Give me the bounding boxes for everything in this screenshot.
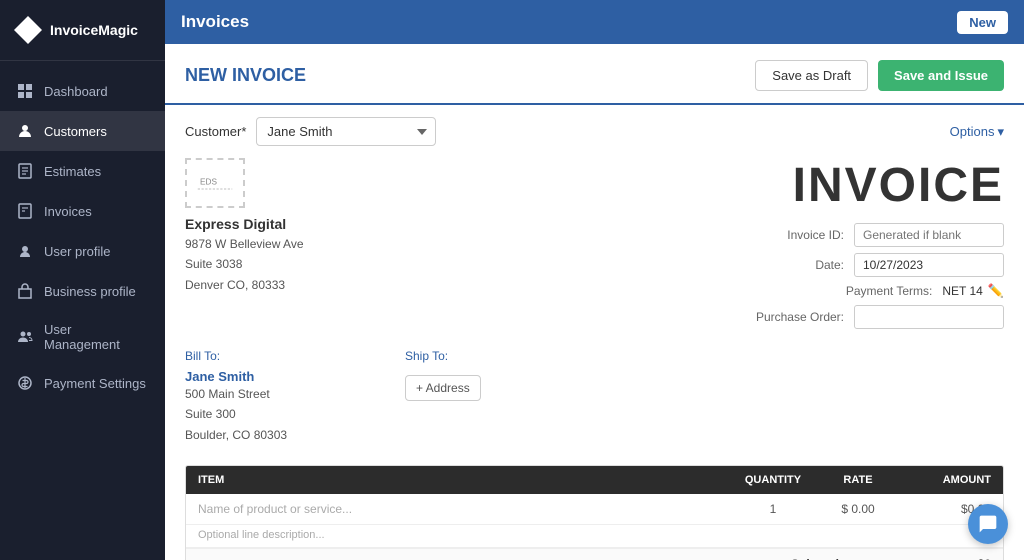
sidebar-item-estimates[interactable]: Estimates [0,151,165,191]
invoices-icon [16,202,34,220]
business-profile-icon [16,282,34,300]
invoice-left: EDS Express Digital 9878 W Belleview Ave… [185,158,634,329]
topbar: Invoices New [165,0,1024,44]
invoice-form-header: NEW INVOICE Save as Draft Save and Issue [165,44,1024,105]
bill-address: 500 Main Street Suite 300 Boulder, CO 80… [185,384,365,445]
item-qty-cell[interactable]: 1 [733,494,813,524]
date-input[interactable] [854,253,1004,277]
svg-text:EDS: EDS [200,178,217,187]
purchase-order-label: Purchase Order: [734,310,844,324]
dashboard-icon [16,82,34,100]
save-draft-button[interactable]: Save as Draft [755,60,868,91]
user-profile-icon [16,242,34,260]
estimates-icon [16,162,34,180]
sidebar-nav: Dashboard Customers Estimates Invoices [0,61,165,413]
bill-to-section: Bill To: Jane Smith 500 Main Street Suit… [185,349,365,445]
bill-address-line3: Boulder, CO 80303 [185,425,365,445]
customer-label-wrap: Customer* Jane Smith [185,117,436,146]
col-header-qty: QUANTITY [733,466,813,494]
chevron-down-icon: ▾ [997,124,1004,140]
invoice-id-row: Invoice ID: [654,223,1004,247]
company-address: 9878 W Belleview Ave Suite 3038 Denver C… [185,234,634,295]
invoice-content: NEW INVOICE Save as Draft Save and Issue… [165,44,1024,560]
sidebar-item-user-profile[interactable]: User profile [0,231,165,271]
invoice-fields: Invoice ID: Date: Payment Terms: NET 14 … [654,223,1004,329]
new-invoice-topbar-button[interactable]: New [957,11,1008,34]
sidebar-label-business-profile: Business profile [44,284,136,299]
col-header-item: ITEM [186,466,733,494]
date-row: Date: [654,253,1004,277]
invoice-id-label: Invoice ID: [734,228,844,242]
invoice-id-input[interactable] [854,223,1004,247]
sidebar-item-dashboard[interactable]: Dashboard [0,71,165,111]
bill-name: Jane Smith [185,369,365,384]
customer-select[interactable]: Jane Smith [256,117,436,146]
invoice-body: EDS Express Digital 9878 W Belleview Ave… [165,158,1024,339]
header-buttons: Save as Draft Save and Issue [755,60,1004,91]
table-row: Name of product or service... 1 $ 0.00 $… [186,494,1003,525]
sidebar-label-estimates: Estimates [44,164,101,179]
table-header: ITEM QUANTITY RATE AMOUNT [186,466,1003,494]
save-issue-button[interactable]: Save and Issue [878,60,1004,91]
item-rate-cell[interactable]: $ 0.00 [813,494,903,524]
chat-icon [978,514,998,534]
sidebar-label-user-management: User Management [44,322,149,352]
invoice-right: INVOICE Invoice ID: Date: Payment Terms: [654,158,1004,329]
sidebar-label-customers: Customers [44,124,107,139]
customer-label: Customer* [185,124,246,139]
ship-to-section: Ship To: + Address [405,349,585,445]
payment-terms-label: Payment Terms: [822,284,932,298]
topbar-title: Invoices [181,12,249,32]
sidebar-item-invoices[interactable]: Invoices [0,191,165,231]
company-address-line3: Denver CO, 80333 [185,275,634,295]
user-management-icon [16,328,34,346]
payment-terms-value: NET 14 ✏️ [942,283,1004,299]
payment-settings-icon [16,374,34,392]
table-footer: + Add Item Subtotal $0 Tax [186,548,1003,560]
bill-address-line1: 500 Main Street [185,384,365,404]
options-link[interactable]: Options ▾ [950,124,1004,140]
bill-to-label: Bill To: [185,349,365,363]
purchase-order-row: Purchase Order: [654,305,1004,329]
col-header-amount: AMOUNT [903,466,1003,494]
ship-to-label: Ship To: [405,349,585,363]
sidebar: InvoiceMagic Dashboard Customers Estimat… [0,0,165,560]
date-label: Date: [734,258,844,272]
items-table: ITEM QUANTITY RATE AMOUNT Name of produc… [185,465,1004,560]
sidebar-item-business-profile[interactable]: Business profile [0,271,165,311]
logo-icon [14,16,42,44]
customer-row: Customer* Jane Smith Options ▾ [165,105,1024,158]
bill-ship-section: Bill To: Jane Smith 500 Main Street Suit… [165,339,1024,455]
payment-terms-row: Payment Terms: NET 14 ✏️ [654,283,1004,299]
app-logo: InvoiceMagic [0,0,165,61]
app-name: InvoiceMagic [50,22,138,38]
col-header-rate: RATE [813,466,903,494]
company-address-line2: Suite 3038 [185,254,634,274]
sidebar-item-user-management[interactable]: User Management [0,311,165,363]
company-logo: EDS [185,158,245,208]
bill-address-line2: Suite 300 [185,404,365,424]
sidebar-label-user-profile: User profile [44,244,110,259]
main-content: Invoices New NEW INVOICE Save as Draft S… [165,0,1024,560]
item-name-cell[interactable]: Name of product or service... [186,494,733,524]
sidebar-item-payment-settings[interactable]: Payment Settings [0,363,165,403]
edit-payment-terms-icon[interactable]: ✏️ [988,283,1004,299]
sidebar-label-invoices: Invoices [44,204,92,219]
add-address-button[interactable]: + Address [405,375,481,401]
purchase-order-input[interactable] [854,305,1004,329]
company-name: Express Digital [185,216,634,232]
chat-bubble[interactable] [968,504,1008,544]
item-desc-row: Optional line description... [186,525,1003,548]
item-desc-cell[interactable]: Optional line description... [186,525,1003,547]
sidebar-item-customers[interactable]: Customers [0,111,165,151]
sidebar-label-payment-settings: Payment Settings [44,376,146,391]
new-invoice-title: NEW INVOICE [185,65,306,86]
customers-icon [16,122,34,140]
payment-terms-text: NET 14 [942,284,982,298]
company-address-line1: 9878 W Belleview Ave [185,234,634,254]
sidebar-label-dashboard: Dashboard [44,84,108,99]
options-label: Options [950,124,995,139]
invoice-big-title: INVOICE [793,158,1004,213]
